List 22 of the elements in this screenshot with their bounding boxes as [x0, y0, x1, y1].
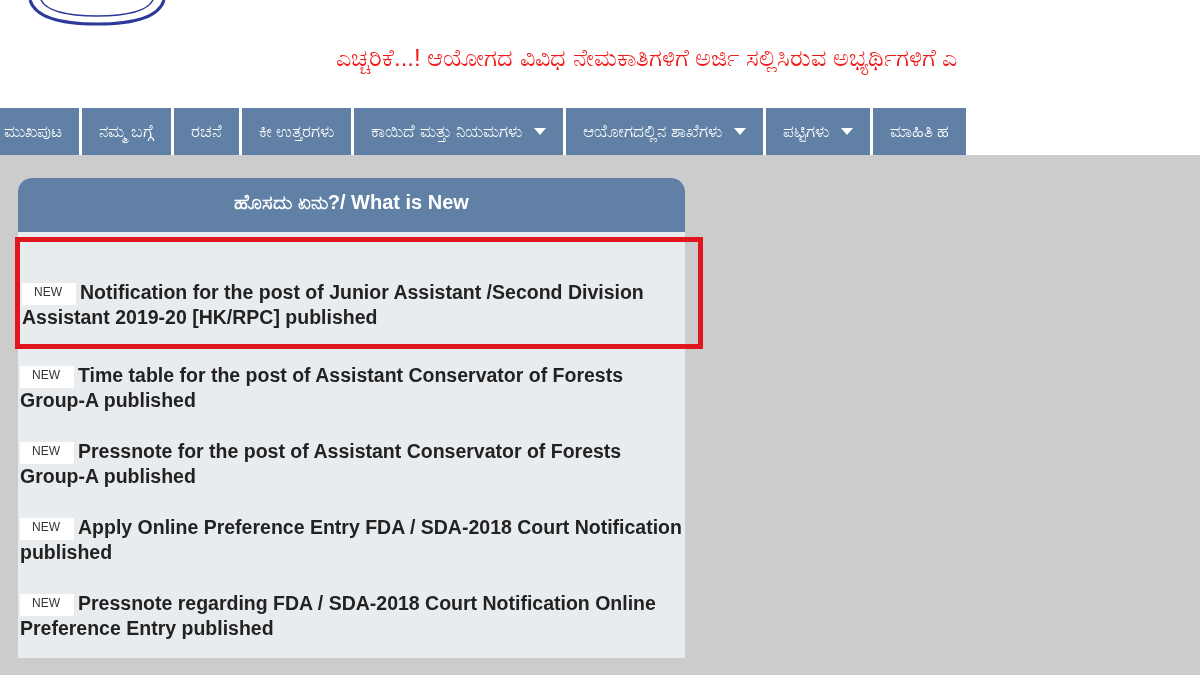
nav-menu-item[interactable]: ಕೀ ಉತ್ತರಗಳು: [241, 108, 352, 155]
caret-icon: [733, 128, 746, 135]
news-link[interactable]: NEW Pressnote for the post of Assistant Conservator of Forests Group-A published: [20, 439, 685, 489]
nav-menu-item[interactable]: ಮಾಹಿತಿ ಹ: [872, 108, 967, 155]
nav-menu-item[interactable]: ಕಾಯಿದೆ ಮತ್ತು ನಿಯಮಗಳು: [354, 108, 563, 155]
news-link[interactable]: NEW Time table for the post of Assistant Conservator of Forests Group-A published: [20, 363, 685, 413]
caret-icon: [840, 128, 853, 135]
nav-menu-item[interactable]: ಪಟ್ಟಿಗಳು: [765, 108, 870, 155]
caret-icon: [533, 128, 546, 135]
nav-menu-item[interactable]: ನಮ್ಮ ಬಗ್ಗೆ: [82, 108, 171, 155]
new-badge: NEW: [20, 518, 74, 540]
new-badge: NEW: [20, 366, 74, 388]
new-badge: NEW: [22, 283, 76, 305]
news-link[interactable]: NEW Apply Online Preference Entry FDA / SDA-2018 Court Notification published: [20, 515, 685, 565]
news-link[interactable]: NEW Pressnote regarding FDA / SDA-2018 Court Notification Online Preference Entry published: [20, 591, 685, 641]
new-badge: NEW: [20, 442, 74, 464]
nav-menu-item[interactable]: ರಚನೆ: [173, 108, 239, 155]
new-badge: NEW: [20, 594, 74, 616]
nav-menu-item[interactable]: ಆಯೋಗದಲ್ಲಿನ ಶಾಖೆಗಳು: [565, 108, 763, 155]
panel-title: ಹೊಸದು ಏನು?/ What is New: [18, 178, 685, 232]
nav-menu-item[interactable]: ಮುಖಪುಟ: [0, 108, 79, 155]
news-link[interactable]: NEW Notification for the post of Junior Assistant /Second Division Assistant 2019-20 [HK/RPC] published: [22, 280, 688, 330]
